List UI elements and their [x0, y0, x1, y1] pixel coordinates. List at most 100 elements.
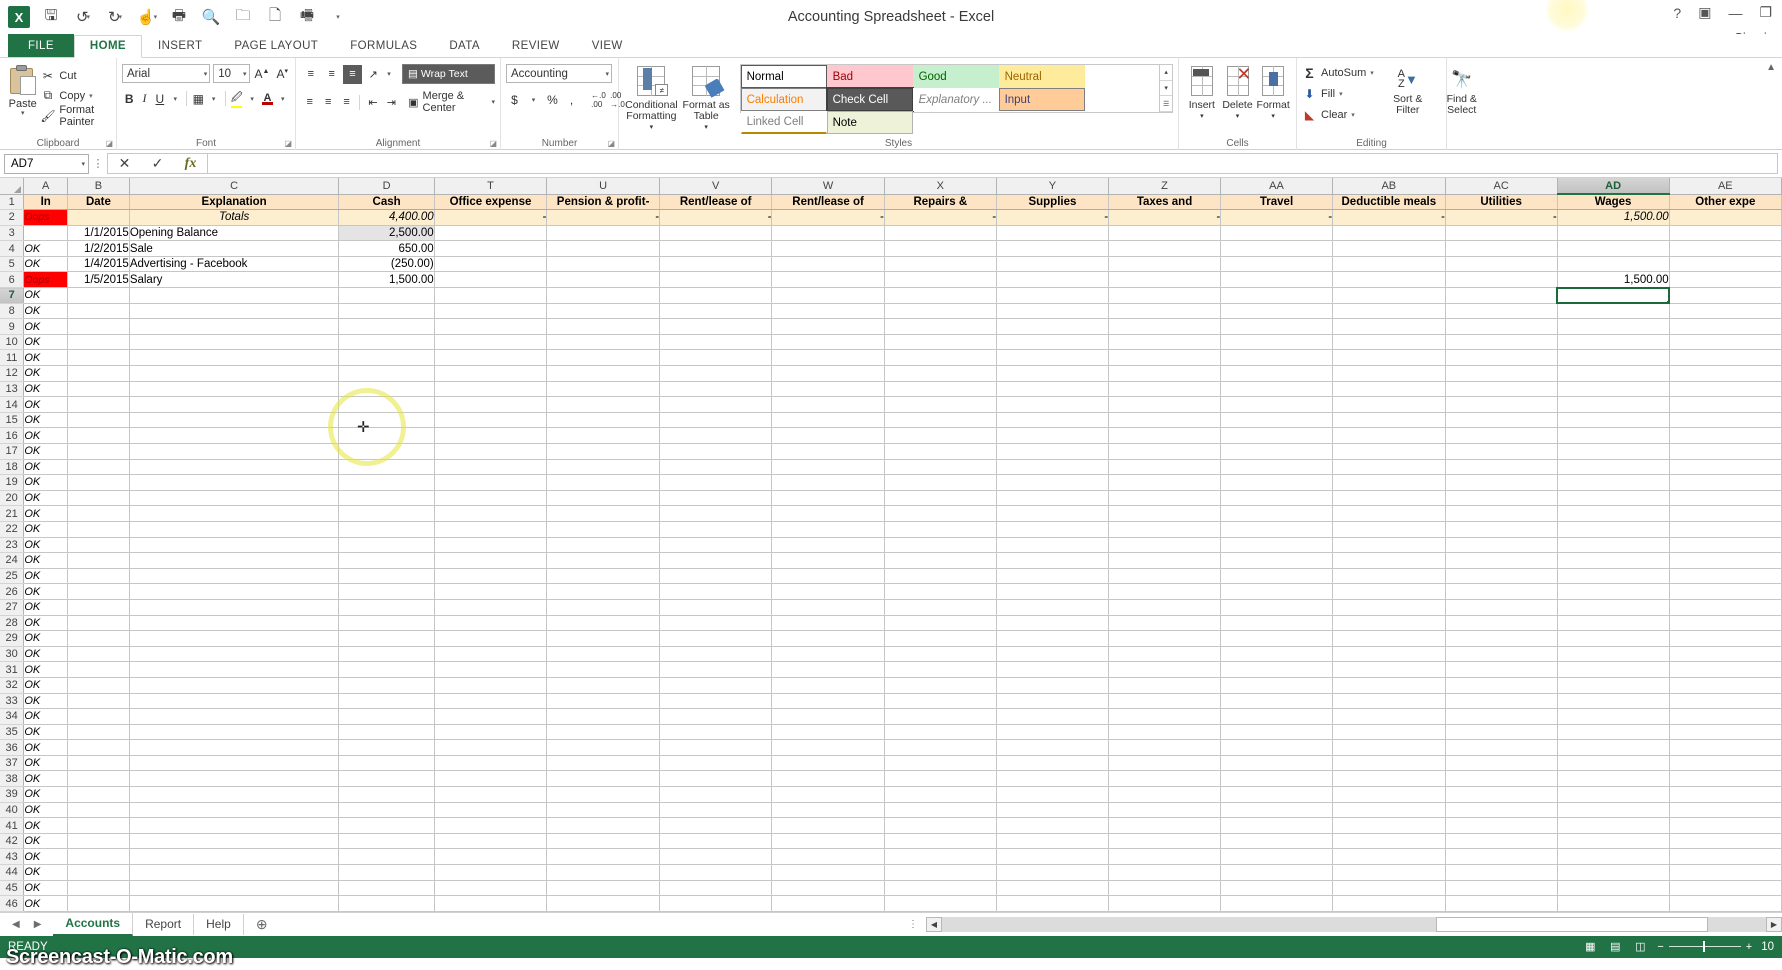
cell-U45[interactable]: [547, 880, 660, 896]
totals-cell-AC[interactable]: -: [1445, 210, 1557, 226]
explanation-cell-row-45[interactable]: [129, 880, 339, 896]
cell-AA13[interactable]: [1221, 381, 1333, 397]
cell-V25[interactable]: [659, 568, 771, 584]
cell-W46[interactable]: [772, 896, 884, 912]
cell-U43[interactable]: [547, 849, 660, 865]
date-cell-row-46[interactable]: [68, 896, 130, 912]
column-title-X[interactable]: Repairs &: [884, 194, 996, 210]
cell-X34[interactable]: [884, 709, 996, 725]
cell-AA23[interactable]: [1221, 537, 1333, 553]
cell-W37[interactable]: [772, 755, 884, 771]
cell-AE29[interactable]: [1669, 631, 1781, 647]
column-title-C[interactable]: Explanation: [129, 194, 339, 210]
cell-AE25[interactable]: [1669, 568, 1781, 584]
cell-T11[interactable]: [434, 350, 547, 366]
date-cell-row-21[interactable]: [68, 506, 130, 522]
cell-X10[interactable]: [884, 334, 996, 350]
cell-W30[interactable]: [772, 646, 884, 662]
new-file-icon[interactable]: 🗋: [262, 4, 288, 30]
cell-AC35[interactable]: [1445, 724, 1557, 740]
date-cell-row-9[interactable]: [68, 319, 130, 335]
cell-AC19[interactable]: [1445, 475, 1557, 491]
cell-X7[interactable]: [884, 288, 996, 304]
cell-Z36[interactable]: [1108, 740, 1220, 756]
cell-AC44[interactable]: [1445, 865, 1557, 881]
cell-W22[interactable]: [772, 521, 884, 537]
row-header-31[interactable]: 31: [0, 662, 24, 678]
cash-cell-row-30[interactable]: [339, 646, 434, 662]
cell-AA33[interactable]: [1221, 693, 1333, 709]
cash-cell-row-8[interactable]: [339, 303, 434, 319]
cell-Z30[interactable]: [1108, 646, 1220, 662]
cell-AD17[interactable]: [1557, 444, 1669, 460]
cell-V41[interactable]: [659, 818, 771, 834]
cash-cell-row-42[interactable]: [339, 833, 434, 849]
status-cell-row-10[interactable]: OK: [24, 334, 68, 350]
cell-V12[interactable]: [659, 366, 771, 382]
cell-U33[interactable]: [547, 693, 660, 709]
font-dialog-launcher-icon[interactable]: ◪: [284, 139, 292, 148]
cash-cell-row-12[interactable]: [339, 366, 434, 382]
cell-T25[interactable]: [434, 568, 547, 584]
row-header-38[interactable]: 38: [0, 771, 24, 787]
cell-Z43[interactable]: [1108, 849, 1220, 865]
date-cell-row-14[interactable]: [68, 397, 130, 413]
cell-U8[interactable]: [547, 303, 660, 319]
cell-AB36[interactable]: [1332, 740, 1445, 756]
cash-cell-row-5[interactable]: (250.00): [339, 256, 434, 272]
cell-T17[interactable]: [434, 444, 547, 460]
cell-X41[interactable]: [884, 818, 996, 834]
cut-button[interactable]: ✂ Cut: [40, 67, 111, 84]
cell-Y5[interactable]: [996, 256, 1108, 272]
cell-AE5[interactable]: [1669, 256, 1781, 272]
cell-Y34[interactable]: [996, 709, 1108, 725]
cell-V30[interactable]: [659, 646, 771, 662]
zoom-out-icon[interactable]: −: [1657, 941, 1663, 953]
styles-gallery-scrollbar[interactable]: ▴ ▾ ☰: [1160, 64, 1173, 113]
cell-AB23[interactable]: [1332, 537, 1445, 553]
cell-Y10[interactable]: [996, 334, 1108, 350]
cell-AD10[interactable]: [1557, 334, 1669, 350]
row-header-17[interactable]: 17: [0, 444, 24, 460]
styles-scroll-up-icon[interactable]: ▴: [1160, 65, 1172, 81]
wrap-text-button[interactable]: ▤ Wrap Text: [402, 64, 495, 84]
cell-W8[interactable]: [772, 303, 884, 319]
cell-AC20[interactable]: [1445, 490, 1557, 506]
cell-T33[interactable]: [434, 693, 547, 709]
cell-X35[interactable]: [884, 724, 996, 740]
cell-Z23[interactable]: [1108, 537, 1220, 553]
cell-U35[interactable]: [547, 724, 660, 740]
open-file-icon[interactable]: 🗀: [230, 4, 256, 30]
status-cell-row-16[interactable]: OK: [24, 428, 68, 444]
cell-AC16[interactable]: [1445, 428, 1557, 444]
cell-AC5[interactable]: [1445, 256, 1557, 272]
totals-cell-U[interactable]: -: [547, 210, 660, 226]
cell-AD39[interactable]: [1557, 787, 1669, 803]
cell-U16[interactable]: [547, 428, 660, 444]
cell-AE8[interactable]: [1669, 303, 1781, 319]
cell-AE17[interactable]: [1669, 444, 1781, 460]
cell-AD7[interactable]: [1557, 288, 1669, 304]
cell-AD23[interactable]: [1557, 537, 1669, 553]
explanation-cell-row-32[interactable]: [129, 677, 339, 693]
cell-Y38[interactable]: [996, 771, 1108, 787]
increase-indent-icon[interactable]: ⇥: [383, 93, 400, 112]
explanation-cell-row-11[interactable]: [129, 350, 339, 366]
cell-Y39[interactable]: [996, 787, 1108, 803]
cell-T30[interactable]: [434, 646, 547, 662]
cell-V5[interactable]: [659, 256, 771, 272]
cell-T9[interactable]: [434, 319, 547, 335]
status-cell-row-45[interactable]: OK: [24, 880, 68, 896]
styles-scroll-down-icon[interactable]: ▾: [1160, 81, 1172, 97]
date-cell-row-35[interactable]: [68, 724, 130, 740]
cell-AE11[interactable]: [1669, 350, 1781, 366]
date-cell-row-24[interactable]: [68, 553, 130, 569]
status-cell-row-46[interactable]: OK: [24, 896, 68, 912]
status-cell-row-6[interactable]: Oops: [24, 272, 68, 288]
email-icon[interactable]: 🖷: [294, 4, 320, 30]
explanation-cell-row-19[interactable]: [129, 475, 339, 491]
cell-X8[interactable]: [884, 303, 996, 319]
cell-AB32[interactable]: [1332, 677, 1445, 693]
customize-qat-caret-icon[interactable]: ▾: [326, 4, 352, 30]
cell-style-explanatory[interactable]: Explanatory ...: [913, 88, 999, 111]
